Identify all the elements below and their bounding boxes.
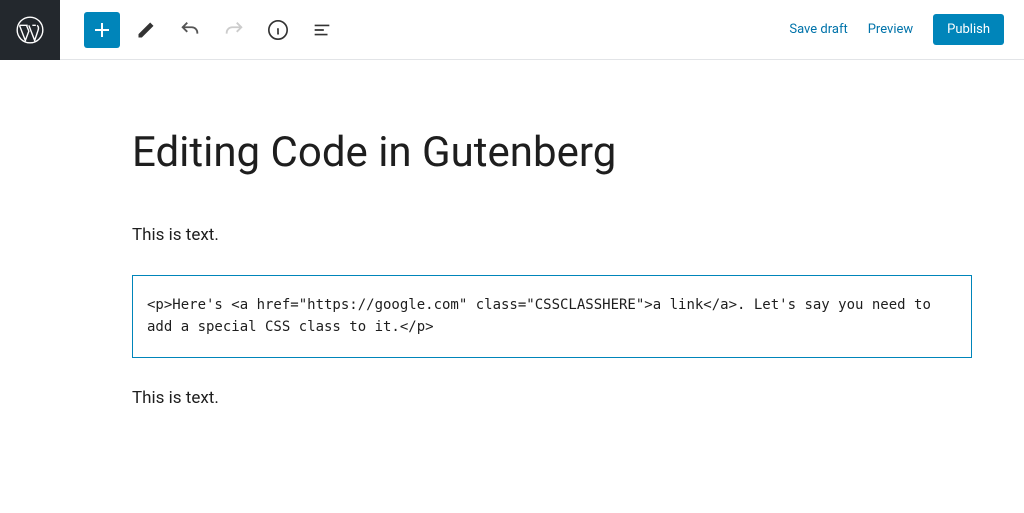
paragraph-block[interactable]: This is text. [132, 382, 972, 414]
publish-button[interactable]: Publish [933, 14, 1004, 45]
post-title[interactable]: Editing Code in Gutenberg [132, 128, 972, 177]
save-draft-button[interactable]: Save draft [789, 22, 847, 37]
editor-canvas: Editing Code in Gutenberg This is text. … [132, 60, 972, 414]
toolbar-right: Save draft Preview Publish [789, 14, 1024, 45]
outline-icon[interactable] [304, 12, 340, 48]
info-icon[interactable] [260, 12, 296, 48]
edit-icon[interactable] [128, 12, 164, 48]
preview-button[interactable]: Preview [868, 22, 913, 37]
redo-icon [216, 12, 252, 48]
toolbar-left [60, 12, 340, 48]
add-block-button[interactable] [84, 12, 120, 48]
editor-topbar: Save draft Preview Publish [0, 0, 1024, 60]
wordpress-logo[interactable] [0, 0, 60, 60]
paragraph-block[interactable]: This is text. [132, 219, 972, 251]
code-block-selected[interactable]: <p>Here's <a href="https://google.com" c… [132, 275, 972, 358]
undo-icon[interactable] [172, 12, 208, 48]
